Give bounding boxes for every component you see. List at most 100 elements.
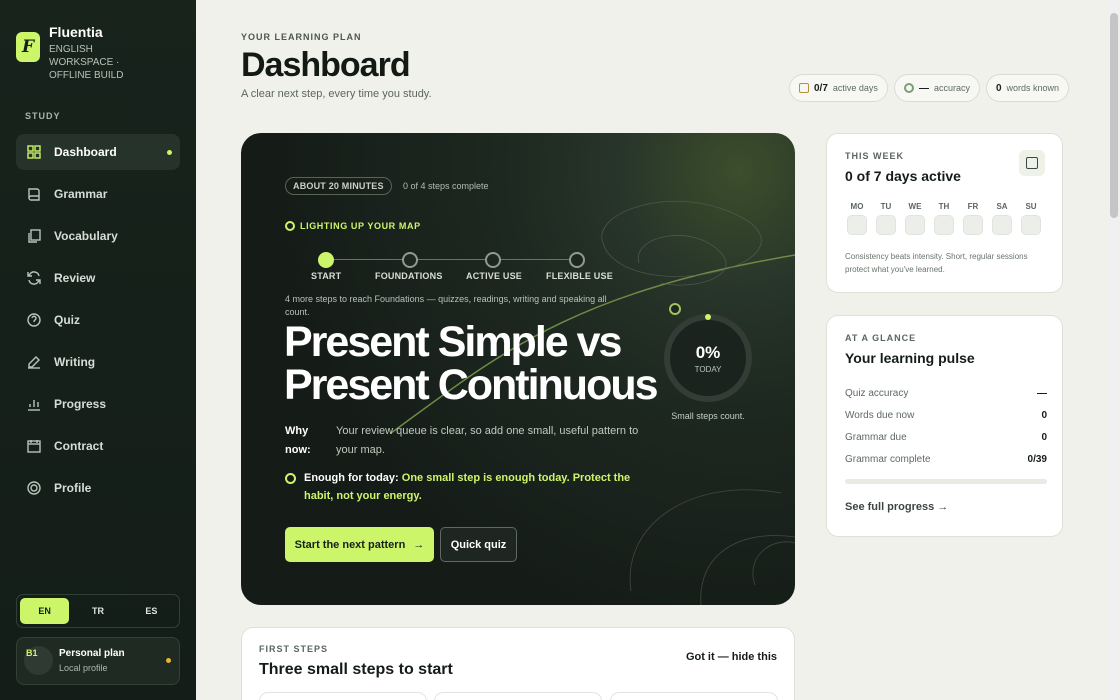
grammar-progress-bar [845, 479, 1047, 484]
chart-bars-icon [28, 400, 40, 411]
sidebar-item-label: Grammar [54, 187, 108, 201]
weekday-monday: MO [847, 202, 867, 235]
language-switcher: EN TR ES [16, 594, 180, 628]
day-box [1021, 215, 1041, 235]
step-foundations-label: FOUNDATIONS [375, 271, 443, 281]
sidebar-item-profile[interactable]: Profile [16, 470, 180, 506]
duration-badge: ABOUT 20 MINUTES [285, 177, 392, 195]
sidebar-item-label: Vocabulary [54, 229, 118, 243]
words-known-stat: 0 words known [985, 74, 1070, 102]
why-now-label: Why now: [285, 425, 311, 456]
language-es-button[interactable]: ES [127, 598, 176, 624]
calendar-icon [27, 440, 41, 453]
weekday-tracker: MO TU WE TH FR SA SU [847, 202, 1041, 235]
lesson-title: Present Simple vs Present Continuous [284, 318, 659, 409]
step-start-label: START [311, 271, 342, 281]
page-scrollbar[interactable] [1108, 0, 1120, 700]
weekday-sunday: SU [1021, 202, 1041, 235]
nav-section-label: STUDY [25, 111, 61, 121]
pulse-eyebrow: AT A GLANCE [845, 333, 917, 343]
sidebar-item-label: Review [54, 271, 96, 285]
brand-subtitle: ENGLISH WORKSPACE · OFFLINE BUILD [49, 44, 124, 81]
sidebar-item-grammar[interactable]: Grammar [16, 176, 180, 212]
clock-icon [285, 473, 296, 484]
calendar-icon [1026, 157, 1038, 169]
summary-stats: 0/7 active days — accuracy 0 words known [789, 74, 1070, 102]
target-icon [27, 481, 41, 495]
sidebar-item-quiz[interactable]: Quiz [16, 302, 180, 338]
steps-complete-label: 0 of 4 steps complete [403, 181, 489, 191]
weekday-friday: FR [963, 202, 983, 235]
sidebar-item-label: Progress [54, 397, 107, 411]
step-active-use-label: ACTIVE USE [466, 271, 523, 281]
book-icon [28, 188, 40, 201]
plan-subtitle: Local profile [59, 663, 108, 673]
step-foundations-marker [402, 252, 418, 268]
hide-first-steps-link[interactable]: Got it — hide this [686, 651, 777, 663]
scrollbar-thumb[interactable] [1110, 13, 1118, 218]
sidebar-item-progress[interactable]: Progress [16, 386, 180, 422]
page-title: Dashboard [241, 46, 411, 84]
why-now-text: Your review queue is clear, so add one s… [336, 425, 639, 456]
first-step-card[interactable] [259, 692, 427, 700]
language-en-button[interactable]: EN [20, 598, 70, 624]
day-box [934, 215, 954, 235]
quick-quiz-button[interactable]: Quick quiz [440, 527, 517, 562]
arrow-right-icon: → [937, 501, 949, 513]
second-step-card[interactable] [434, 692, 602, 700]
quiz-accuracy-row: Quiz accuracy — [845, 387, 1047, 399]
day-box [992, 215, 1012, 235]
week-eyebrow: THIS WEEK [845, 151, 905, 161]
sidebar-item-contract[interactable]: Contract [16, 428, 180, 464]
calendar-icon [799, 83, 809, 93]
daily-progress-value: 0% [695, 343, 721, 362]
day-box [963, 215, 983, 235]
start-next-pattern-button[interactable]: Start the next pattern → [285, 527, 434, 562]
week-note: Consistency beats intensity. Short, regu… [845, 252, 1028, 274]
this-week-card: THIS WEEK 0 of 7 days active MO TU WE TH… [826, 133, 1063, 293]
calendar-button[interactable] [1019, 150, 1045, 176]
first-steps-card: FIRST STEPS Three small steps to start G… [241, 627, 795, 700]
third-step-card[interactable] [610, 692, 778, 700]
accuracy-stat: — accuracy [893, 74, 980, 102]
arrow-right-icon: → [413, 538, 425, 551]
see-full-progress-link[interactable]: See full progress → [845, 501, 948, 513]
pulse-title: Your learning pulse [845, 350, 975, 366]
sidebar-item-review[interactable]: Review [16, 260, 180, 296]
sidebar-item-label: Contract [54, 439, 104, 453]
page-subtitle: A clear next step, every time you study. [241, 88, 432, 100]
plan-card[interactable]: B1 Personal plan Local profile [16, 637, 180, 685]
language-tr-button[interactable]: TR [73, 598, 122, 624]
step-start-marker [318, 252, 334, 268]
sidebar-item-writing[interactable]: Writing [16, 344, 180, 380]
daily-progress-caption: Small steps count. [671, 411, 745, 421]
sidebar: F Fluentia ENGLISH WORKSPACE · OFFLINE B… [0, 0, 196, 700]
target-icon [903, 83, 914, 93]
first-steps-eyebrow: FIRST STEPS [259, 644, 329, 654]
weekday-tuesday: TU [876, 202, 896, 235]
sidebar-item-dashboard[interactable]: Dashboard [16, 134, 180, 170]
plan-title: Personal plan [59, 648, 125, 659]
sidebar-item-label: Dashboard [54, 145, 117, 159]
sidebar-item-vocabulary[interactable]: Vocabulary [16, 218, 180, 254]
step-flexible-use-marker [569, 252, 585, 268]
level-avatar: B1 [24, 646, 53, 675]
sidebar-item-label: Writing [54, 355, 96, 369]
status-dot [166, 658, 171, 663]
weekday-thursday: TH [934, 202, 954, 235]
map-label: LIGHTING UP YOUR MAP [285, 221, 421, 231]
grammar-complete-row: Grammar complete 0/39 [845, 453, 1047, 465]
level-label: B1 [26, 648, 38, 658]
learning-pulse-card: AT A GLANCE Your learning pulse Quiz acc… [826, 315, 1063, 537]
active-days-stat: 0/7 active days [789, 74, 888, 102]
week-title: 0 of 7 days active [845, 168, 961, 184]
step-active-use-marker [485, 252, 501, 268]
cards-icon [28, 229, 41, 243]
day-box [847, 215, 867, 235]
sidebar-nav: Dashboard Grammar Vocabulary Review Quiz… [16, 134, 180, 512]
pulse-metrics: Quiz accuracy — Words due now 0 Grammar du… [845, 382, 1047, 470]
refresh-icon [27, 271, 41, 285]
day-box [876, 215, 896, 235]
step-flexible-use-label: FLEXIBLE USE [546, 271, 613, 281]
active-indicator [167, 150, 172, 155]
